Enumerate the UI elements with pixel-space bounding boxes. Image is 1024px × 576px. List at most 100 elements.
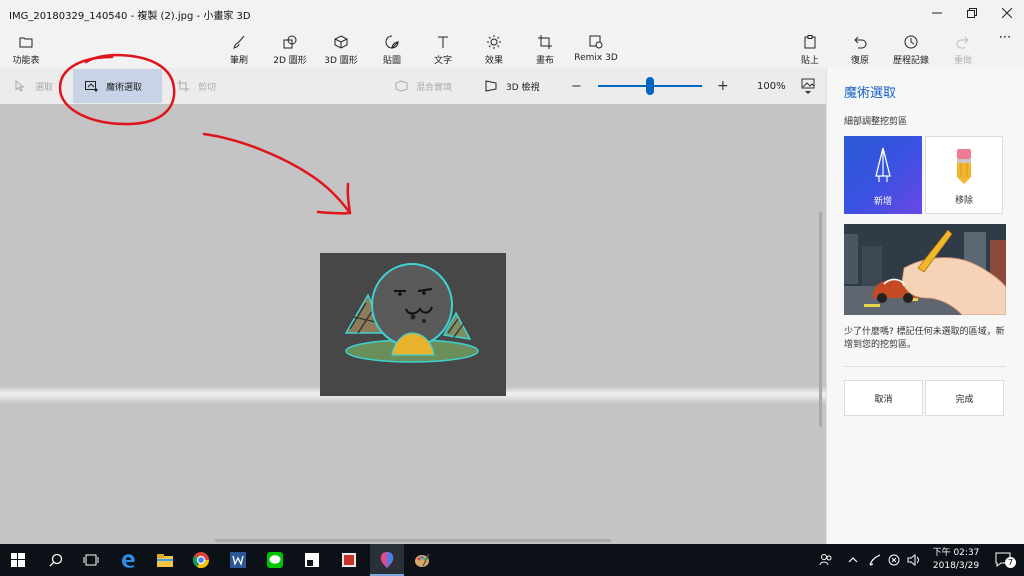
vertical-scrollbar[interactable] [819, 212, 822, 427]
effects-label: 效果 [484, 56, 503, 66]
more-options-button[interactable]: ⋯ [994, 26, 1016, 68]
restore-icon [967, 8, 977, 18]
line-icon [267, 552, 283, 568]
start-icon [11, 553, 25, 567]
system-clock[interactable]: 下午 02:37 2018/3/29 [928, 547, 984, 573]
clock-time: 下午 02:37 [932, 548, 980, 558]
sticker-drawing [344, 263, 479, 363]
paint-app[interactable] [408, 544, 436, 576]
remix3d-label: Remix 3D [574, 53, 618, 63]
crop-icon [176, 79, 190, 93]
chevron-up-icon [848, 557, 858, 563]
chrome-app[interactable] [187, 544, 215, 576]
close-icon [1002, 8, 1012, 18]
text-icon [435, 34, 451, 50]
show-hidden-icons-button[interactable] [845, 544, 861, 576]
status-x-icon [888, 554, 900, 566]
task-view-icon [83, 554, 99, 566]
paste-button[interactable]: 貼上 [797, 26, 823, 68]
view-options-button[interactable] [800, 68, 816, 104]
remove-mode-label: 移除 [954, 196, 973, 206]
edge-app[interactable] [114, 544, 142, 576]
minimize-button[interactable] [920, 0, 954, 26]
shapes-2d-label: 2D 圖形 [273, 56, 307, 66]
redo-button[interactable]: 重做 [950, 26, 976, 68]
line-app[interactable] [261, 544, 289, 576]
people-icon [819, 554, 832, 566]
magic-select-label: 魔術選取 [106, 82, 143, 93]
cursor-icon [13, 79, 27, 93]
task-view-button[interactable] [77, 544, 105, 576]
undo-button[interactable]: 復原 [847, 26, 873, 68]
effects-icon [486, 34, 502, 50]
clipboard-icon [802, 34, 818, 50]
crop-button[interactable]: 剪切 [176, 68, 216, 104]
close-button[interactable] [990, 0, 1024, 26]
shapes-2d-button[interactable]: 2D 圖形 [271, 26, 309, 68]
menu-button[interactable]: 功能表 [10, 26, 42, 68]
tray-status[interactable] [886, 544, 902, 576]
zoom-in-button[interactable]: + [717, 68, 729, 104]
remix3d-button[interactable]: Remix 3D [574, 26, 618, 68]
search-button[interactable] [42, 544, 70, 576]
zoom-slider-thumb[interactable] [646, 77, 654, 95]
cards-app[interactable] [335, 544, 363, 576]
menu-label: 功能表 [12, 56, 40, 66]
cancel-button[interactable]: 取消 [844, 380, 923, 416]
mixed-reality-icon [394, 79, 408, 93]
pen-workspace-button[interactable] [866, 544, 884, 576]
tutorial-illustration [844, 224, 1006, 315]
pen-workspace-icon [869, 554, 881, 566]
stickers-label: 貼圖 [382, 56, 401, 66]
people-button[interactable] [816, 544, 836, 576]
search-icon [49, 553, 63, 567]
zoom-level: 100% [757, 80, 786, 92]
view-3d-label: 3D 檢視 [506, 82, 540, 93]
volume-button[interactable] [905, 544, 923, 576]
view-3d-button[interactable]: 3D 檢視 [484, 68, 540, 104]
file-explorer-app[interactable] [151, 544, 179, 576]
view-3d-icon [484, 79, 498, 93]
brushes-button[interactable]: 筆刷 [224, 26, 254, 68]
panel-title: 魔術選取 [844, 86, 897, 101]
shapes-2d-icon [282, 34, 298, 50]
horizontal-scrollbar[interactable] [215, 539, 611, 542]
add-mode-button[interactable]: 新增 [844, 136, 922, 214]
done-button[interactable]: 完成 [925, 380, 1004, 416]
shapes-3d-button[interactable]: 3D 圖形 [322, 26, 360, 68]
sticky-app[interactable] [298, 544, 326, 576]
paint3d-app[interactable] [370, 544, 404, 576]
more-icon: ⋯ [998, 30, 1012, 45]
notification-count-badge: 7 [1005, 557, 1016, 568]
remix3d-icon [588, 34, 604, 50]
canvas-area[interactable] [0, 104, 826, 544]
canvas-image[interactable] [320, 253, 506, 396]
magic-select-panel: 魔術選取 細部調整挖剪區 新增 移除 少了什麼嗎? 標記任何未選取的區域，新增到… [826, 68, 1024, 544]
maximize-button[interactable] [955, 0, 989, 26]
canvas-button[interactable]: 畫布 [531, 26, 559, 68]
canvas-icon [537, 34, 553, 50]
action-center-button[interactable]: 7 [990, 544, 1018, 576]
stickers-button[interactable]: 貼圖 [378, 26, 406, 68]
magic-select-button[interactable]: 魔術選取 [84, 68, 142, 104]
minimize-icon [932, 12, 942, 14]
redo-icon [955, 34, 971, 50]
select-button[interactable]: 選取 [13, 68, 53, 104]
panel-description: 少了什麼嗎? 標記任何未選取的區域，新增到您的挖剪區。 [844, 327, 1005, 350]
windows-taskbar: 下午 02:37 2018/3/29 7 [0, 544, 1024, 576]
remove-mode-button[interactable]: 移除 [925, 136, 1003, 214]
mixed-reality-label: 混合實境 [416, 82, 453, 93]
eraser-icon [926, 147, 1002, 185]
mixed-reality-button[interactable]: 混合實境 [394, 68, 452, 104]
zoom-out-button[interactable]: − [571, 68, 582, 104]
text-button[interactable]: 文字 [429, 26, 457, 68]
paint-icon [415, 553, 430, 567]
word-app[interactable] [224, 544, 252, 576]
start-button[interactable] [4, 544, 32, 576]
chrome-icon [193, 552, 209, 568]
sticky-app-icon [305, 553, 319, 567]
effects-button[interactable]: 效果 [480, 26, 508, 68]
select-label: 選取 [35, 82, 54, 93]
sticker-icon [384, 34, 400, 50]
history-button[interactable]: 歷程記錄 [891, 26, 931, 68]
